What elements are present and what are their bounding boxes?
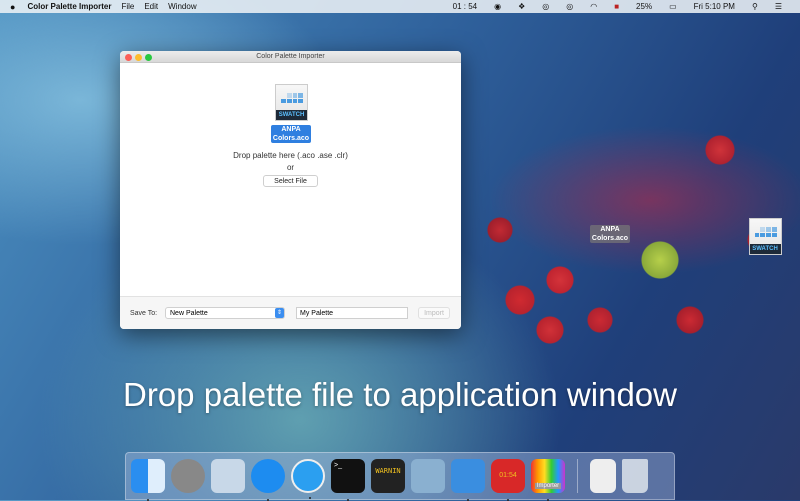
console-icon[interactable]: WARNIN xyxy=(371,459,405,493)
desktop-file[interactable]: SWATCH ANPA Colors.aco xyxy=(590,185,782,255)
caption: Drop palette file to application window xyxy=(123,376,677,413)
xcode-icon[interactable] xyxy=(451,459,485,501)
title-bar[interactable]: Color Palette Importer xyxy=(120,51,461,63)
app-store-icon[interactable] xyxy=(251,459,285,501)
menu-bar: ● Color Palette Importer File Edit Windo… xyxy=(0,0,800,13)
battery-percent[interactable]: 25% xyxy=(636,2,652,11)
launchpad-icon[interactable] xyxy=(171,459,205,493)
desktop-file-name: ANPA Colors.aco xyxy=(590,225,630,243)
menu-window[interactable]: Window xyxy=(168,2,196,11)
file-icon-label: SWATCH xyxy=(749,244,781,254)
trash-icon[interactable] xyxy=(622,459,648,493)
zoom-button[interactable] xyxy=(145,54,152,61)
app-window: Color Palette Importer SWATCH ANPA Colors… xyxy=(120,51,461,329)
clock[interactable]: Fri 5:10 PM xyxy=(694,2,735,11)
swatch-file-icon: SWATCH xyxy=(748,218,782,255)
minimize-button[interactable] xyxy=(135,54,142,61)
dock: >_ WARNIN 01:54 Importer xyxy=(125,452,675,501)
drop-hint: Drop palette here (.aco .ase .clr) xyxy=(233,151,348,160)
dock-separator xyxy=(577,459,578,493)
save-to-select[interactable]: New Palette ⇕ xyxy=(165,307,285,319)
timer-readout[interactable]: 01 : 54 xyxy=(453,2,477,11)
save-to-label: Save To: xyxy=(130,310,158,317)
file-name[interactable]: ANPA Colors.aco xyxy=(271,125,311,143)
window-title: Color Palette Importer xyxy=(256,53,325,60)
or-text: or xyxy=(286,163,295,172)
menu-app-name[interactable]: Color Palette Importer xyxy=(27,2,111,11)
apple-icon[interactable]: ● xyxy=(10,2,15,12)
import-button[interactable]: Import xyxy=(418,307,450,319)
safari-icon[interactable] xyxy=(291,459,325,499)
timer-app-icon[interactable]: 01:54 xyxy=(491,459,525,501)
dropbox-icon[interactable]: ❖ xyxy=(518,2,525,11)
bottom-bar: Save To: New Palette ⇕ My Palette Import xyxy=(120,296,461,329)
status-icon[interactable]: ◉ xyxy=(494,2,501,11)
finder-icon[interactable] xyxy=(131,459,165,501)
importer-app-icon[interactable]: Importer xyxy=(531,459,565,501)
swatch-file-icon[interactable]: SWATCH xyxy=(275,84,308,121)
downloads-stack-icon[interactable] xyxy=(590,459,616,493)
preview-icon[interactable] xyxy=(411,459,445,493)
battery-icon[interactable]: ▭ xyxy=(669,2,677,11)
status-icon-3[interactable]: ◎ xyxy=(566,2,573,11)
file-icon-label: SWATCH xyxy=(276,110,307,120)
status-icon-2[interactable]: ◎ xyxy=(542,2,549,11)
terminal-icon[interactable]: >_ xyxy=(331,459,365,501)
menu-edit[interactable]: Edit xyxy=(144,2,158,11)
mail-icon[interactable] xyxy=(211,459,245,493)
select-file-button[interactable]: Select File xyxy=(263,175,318,187)
menu-file[interactable]: File xyxy=(121,2,134,11)
chevron-updown-icon: ⇕ xyxy=(275,308,284,318)
notification-center-icon[interactable]: ☰ xyxy=(775,2,782,11)
close-button[interactable] xyxy=(125,54,132,61)
flag-icon[interactable]: ■ xyxy=(614,2,619,11)
wifi-icon[interactable]: ◠ xyxy=(590,2,597,11)
palette-name-input[interactable]: My Palette xyxy=(296,307,408,319)
spotlight-icon[interactable]: ⚲ xyxy=(752,2,758,11)
